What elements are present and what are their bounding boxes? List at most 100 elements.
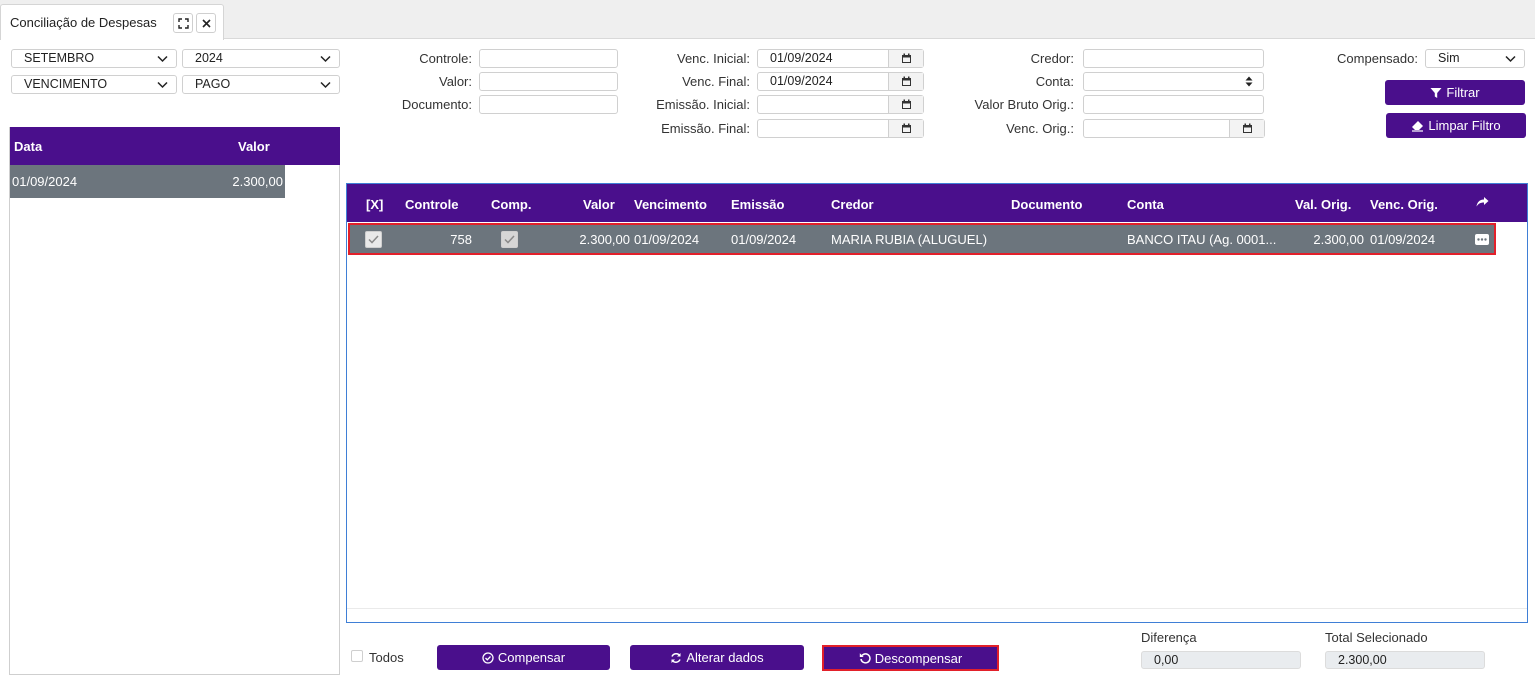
row-valor: 2.300,00: [232, 174, 283, 189]
filtrar-button[interactable]: Filtrar: [1385, 80, 1525, 105]
emissao-final-input[interactable]: [757, 119, 924, 138]
year-select-value: 2024: [195, 51, 223, 65]
cell-valor: 2.300,00: [579, 232, 630, 247]
limpar-filtro-button-label: Limpar Filtro: [1428, 118, 1501, 133]
row-data: 01/09/2024: [12, 174, 78, 189]
row-select-checkbox[interactable]: [365, 231, 382, 248]
col-emissao[interactable]: Emissão: [731, 197, 784, 212]
date-type-select-value: VENCIMENTO: [24, 77, 108, 91]
comp-checkbox: [501, 231, 518, 248]
cell-emissao: 01/09/2024: [731, 232, 797, 247]
calendar-icon[interactable]: [888, 73, 923, 90]
controle-label: Controle:: [419, 51, 472, 66]
compensar-button[interactable]: Compensar: [437, 645, 610, 670]
venc-inicial-input[interactable]: 01/09/2024: [757, 49, 924, 68]
calendar-icon[interactable]: [888, 50, 923, 67]
cell-controle: 758: [450, 232, 472, 247]
chevron-down-icon: [320, 81, 331, 89]
cell-venc-orig: 01/09/2024: [1370, 232, 1436, 247]
col-documento[interactable]: Documento: [1011, 197, 1083, 212]
compensado-select[interactable]: Sim: [1425, 49, 1525, 68]
close-icon[interactable]: [196, 13, 216, 33]
alterar-dados-button[interactable]: Alterar dados: [630, 645, 804, 670]
total-selecionado-value: 2.300,00: [1325, 651, 1485, 669]
venc-final-input[interactable]: 01/09/2024: [757, 72, 924, 91]
header-valor: Valor: [238, 139, 270, 154]
conta-select[interactable]: [1083, 72, 1264, 91]
diferenca-label: Diferença: [1141, 630, 1197, 645]
valor-label: Valor:: [439, 74, 472, 89]
chevron-down-icon: [1505, 55, 1516, 63]
todos-checkbox[interactable]: [351, 650, 363, 662]
compensado-select-value: Sim: [1438, 51, 1460, 65]
documento-label: Documento:: [401, 97, 472, 112]
check-circle-icon: [482, 651, 494, 664]
diferenca-value: 0,00: [1141, 651, 1301, 669]
todos-label: Todos: [369, 650, 404, 665]
venc-inicial-value: 01/09/2024: [770, 51, 833, 65]
tab-bar: Conciliação de Despesas: [0, 0, 1535, 40]
date-summary-header: Data Valor: [10, 127, 340, 165]
emissao-inicial-input[interactable]: [757, 95, 924, 114]
more-options-icon[interactable]: [1475, 234, 1489, 245]
total-selecionado-value-text: 2.300,00: [1338, 653, 1387, 667]
col-conta[interactable]: Conta: [1127, 197, 1164, 212]
compensado-label: Compensado:: [1337, 51, 1418, 66]
undo-icon: [859, 653, 871, 664]
sort-icon: [1245, 76, 1253, 87]
venc-final-value: 01/09/2024: [770, 74, 833, 88]
expenses-grid: [X] Controle Comp. Valor Vencimento Emis…: [346, 183, 1528, 623]
total-selecionado-label: Total Selecionado: [1325, 630, 1428, 645]
col-credor[interactable]: Credor: [831, 197, 874, 212]
descompensar-button[interactable]: Descompensar: [822, 645, 999, 671]
table-row[interactable]: 758 2.300,00 01/09/2024 01/09/2024 MARIA…: [348, 223, 1496, 255]
valor-input[interactable]: [479, 72, 618, 91]
col-select[interactable]: [X]: [366, 197, 383, 212]
col-valor[interactable]: Valor: [583, 197, 615, 212]
tab-title: Conciliação de Despesas: [10, 15, 157, 30]
date-summary-table: Data Valor 01/09/2024 2.300,00: [9, 127, 340, 675]
calendar-icon[interactable]: [888, 96, 923, 113]
col-controle[interactable]: Controle: [405, 197, 458, 212]
calendar-icon[interactable]: [1229, 120, 1264, 137]
eraser-icon: [1412, 120, 1424, 132]
expand-icon[interactable]: [173, 13, 193, 33]
emissao-final-label: Emissão. Final:: [661, 121, 750, 136]
status-select-value: PAGO: [195, 77, 231, 91]
venc-inicial-label: Venc. Inicial:: [677, 51, 750, 66]
calendar-icon[interactable]: [888, 120, 923, 137]
date-type-select[interactable]: VENCIMENTO: [11, 75, 177, 94]
col-comp[interactable]: Comp.: [491, 197, 531, 212]
controle-input[interactable]: [479, 49, 618, 68]
valor-bruto-label: Valor Bruto Orig.:: [974, 97, 1074, 112]
valor-bruto-input[interactable]: [1083, 95, 1264, 114]
month-select[interactable]: SETEMBRO: [11, 49, 177, 68]
chevron-down-icon: [157, 55, 168, 63]
col-vencimento[interactable]: Vencimento: [634, 197, 707, 212]
year-select[interactable]: 2024: [182, 49, 340, 68]
filtrar-button-label: Filtrar: [1446, 85, 1480, 100]
tab-conciliacao[interactable]: Conciliação de Despesas: [0, 4, 224, 40]
status-select[interactable]: PAGO: [182, 75, 340, 94]
col-venc-orig[interactable]: Venc. Orig.: [1370, 197, 1438, 212]
chevron-down-icon: [157, 81, 168, 89]
alterar-dados-button-label: Alterar dados: [686, 650, 764, 665]
cell-val-orig: 2.300,00: [1313, 232, 1364, 247]
diferenca-value-text: 0,00: [1154, 653, 1179, 667]
descompensar-button-label: Descompensar: [874, 650, 963, 666]
share-icon[interactable]: [1476, 196, 1489, 211]
col-val-orig[interactable]: Val. Orig.: [1295, 197, 1351, 212]
venc-orig-label: Venc. Orig.:: [1006, 121, 1074, 136]
credor-input[interactable]: [1083, 49, 1264, 68]
compensar-button-label: Compensar: [497, 650, 566, 665]
month-select-value: SETEMBRO: [24, 51, 95, 65]
documento-input[interactable]: [479, 95, 618, 114]
header-data: Data: [14, 139, 43, 154]
grid-footer-line: [347, 608, 1527, 609]
venc-orig-input[interactable]: [1083, 119, 1265, 138]
limpar-filtro-button[interactable]: Limpar Filtro: [1386, 113, 1526, 138]
date-summary-row[interactable]: 01/09/2024 2.300,00: [10, 165, 285, 198]
cell-conta: BANCO ITAU (Ag. 0001...: [1127, 232, 1277, 247]
filter-icon: [1430, 87, 1442, 98]
chevron-down-icon: [320, 55, 331, 63]
